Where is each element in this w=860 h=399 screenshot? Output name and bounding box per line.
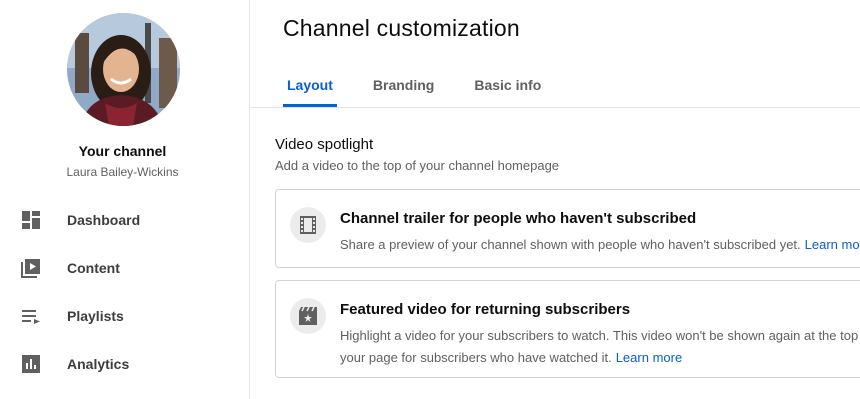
card-title: Featured video for returning subscribers <box>340 301 631 318</box>
card-description-text: Share a preview of your channel shown wi… <box>340 237 801 252</box>
sidebar-item-label: Dashboard <box>67 212 141 228</box>
film-icon <box>290 207 326 243</box>
dashboard-icon <box>21 210 41 230</box>
sidebar: Your channel Laura Bailey-Wickins Dashbo… <box>0 0 250 399</box>
channel-trailer-card[interactable]: Channel trailer for people who haven't s… <box>275 189 860 268</box>
main-content: Channel customization Layout Branding Ba… <box>250 0 860 399</box>
tab-branding[interactable]: Branding <box>369 62 438 107</box>
content-icon <box>21 258 41 278</box>
featured-video-icon <box>290 298 326 334</box>
sidebar-item-label: Playlists <box>67 308 124 324</box>
sidebar-item-content[interactable]: Content <box>0 244 249 292</box>
channel-name: Laura Bailey-Wickins <box>66 165 179 179</box>
learn-more-link[interactable]: Learn more <box>805 237 860 252</box>
card-description-text: Highlight a video for your subscribers t… <box>340 328 860 365</box>
sidebar-item-dashboard[interactable]: Dashboard <box>0 196 249 244</box>
sidebar-item-playlists[interactable]: Playlists <box>0 292 249 340</box>
tab-bar: Layout Branding Basic info <box>283 62 577 107</box>
sidebar-nav: Dashboard Content Playlists Analytics <box>0 196 249 388</box>
page-title: Channel customization <box>283 15 520 41</box>
sidebar-item-label: Analytics <box>67 356 130 372</box>
section-subtitle: Add a video to the top of your channel h… <box>275 158 560 173</box>
section-title: Video spotlight <box>275 136 374 153</box>
tab-layout[interactable]: Layout <box>283 62 337 107</box>
playlists-icon <box>21 306 41 326</box>
avatar-photo <box>67 13 180 126</box>
analytics-icon <box>21 354 41 374</box>
card-title: Channel trailer for people who haven't s… <box>340 210 697 227</box>
avatar[interactable] <box>67 13 180 126</box>
tab-basic-info[interactable]: Basic info <box>470 62 545 107</box>
card-description: Share a preview of your channel shown wi… <box>340 234 860 256</box>
sidebar-item-analytics[interactable]: Analytics <box>0 340 249 388</box>
sidebar-item-label: Content <box>67 260 120 276</box>
tabs-divider <box>250 107 860 108</box>
featured-video-card[interactable]: Featured video for returning subscribers… <box>275 280 860 378</box>
learn-more-link[interactable]: Learn more <box>616 350 682 365</box>
channel-title: Your channel <box>78 143 167 159</box>
card-description: Highlight a video for your subscribers t… <box>340 325 860 369</box>
